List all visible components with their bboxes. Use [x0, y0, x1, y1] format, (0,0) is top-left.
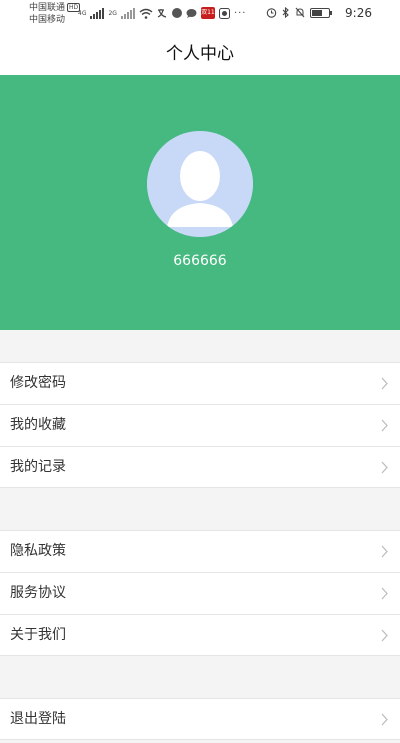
message-icon: [186, 8, 197, 18]
wifi-icon: [139, 8, 153, 19]
menu-item-label: 我的记录: [10, 459, 66, 475]
chevron-right-icon: [381, 461, 388, 474]
status-bar: 中国联通 HD 中国移动 4G 2G 双11 ··· 9:26: [0, 0, 400, 28]
signal-strength-icon-2: [120, 7, 135, 19]
menu-group-about: 隐私政策 服务协议 关于我们: [0, 530, 400, 656]
mute-icon: [295, 7, 305, 18]
shopping-app-badge: 双11: [201, 9, 215, 16]
nav-bar: 个人中心: [0, 28, 400, 75]
battery-icon: [310, 7, 332, 18]
battery-level-fill: [312, 9, 322, 16]
status-icons-right: [266, 7, 332, 18]
menu-item-label: 我的收藏: [10, 417, 66, 433]
network-4g-label: 4G: [78, 9, 87, 17]
shopping-app-icon: 双11: [200, 7, 215, 19]
signal-strength-icon: [90, 7, 105, 19]
avatar[interactable]: [147, 131, 253, 237]
menu-group-account: 修改密码 我的收藏 我的记录: [0, 362, 400, 488]
menu-item-label: 修改密码: [10, 375, 66, 391]
network-2g-label: 2G: [108, 9, 117, 17]
menu-item-label: 隐私政策: [10, 543, 66, 559]
more-notifications-icon: ···: [233, 7, 247, 19]
menu-item-favorites[interactable]: 我的收藏: [0, 404, 400, 446]
menu-item-about-us[interactable]: 关于我们: [0, 614, 400, 656]
status-time: 9:26: [345, 6, 372, 20]
chevron-right-icon: [381, 377, 388, 390]
default-avatar-icon: [147, 131, 253, 237]
menu-item-history[interactable]: 我的记录: [0, 446, 400, 488]
carrier-primary-label: 中国联通: [29, 3, 66, 13]
menu-item-change-password[interactable]: 修改密码: [0, 362, 400, 404]
menu-item-label: 关于我们: [10, 627, 66, 643]
translate-icon: [157, 8, 167, 18]
browser-app-icon: [171, 8, 182, 18]
menu-item-label: 退出登陆: [10, 711, 66, 727]
chevron-right-icon: [381, 419, 388, 432]
page-title: 个人中心: [166, 44, 234, 64]
menu-item-privacy-policy[interactable]: 隐私政策: [0, 530, 400, 572]
camera-app-icon: [218, 7, 230, 19]
username: 666666: [173, 253, 227, 269]
chevron-right-icon: [381, 713, 388, 726]
menu-item-label: 服务协议: [10, 585, 66, 601]
chevron-right-icon: [381, 587, 388, 600]
carrier-primary: 中国联通 HD: [29, 3, 81, 14]
alarm-icon: [266, 8, 277, 18]
carrier-secondary: 中国移动: [29, 15, 66, 25]
chevron-right-icon: [381, 545, 388, 558]
menu-item-logout[interactable]: 退出登陆: [0, 698, 400, 740]
status-icons-left: 4G 2G 双11 ···: [78, 6, 246, 20]
chevron-right-icon: [381, 629, 388, 642]
menu-item-service-agreement[interactable]: 服务协议: [0, 572, 400, 614]
bluetooth-icon: [282, 7, 289, 18]
menu-group-logout: 退出登陆: [0, 698, 400, 740]
profile-header: 666666: [0, 75, 400, 330]
